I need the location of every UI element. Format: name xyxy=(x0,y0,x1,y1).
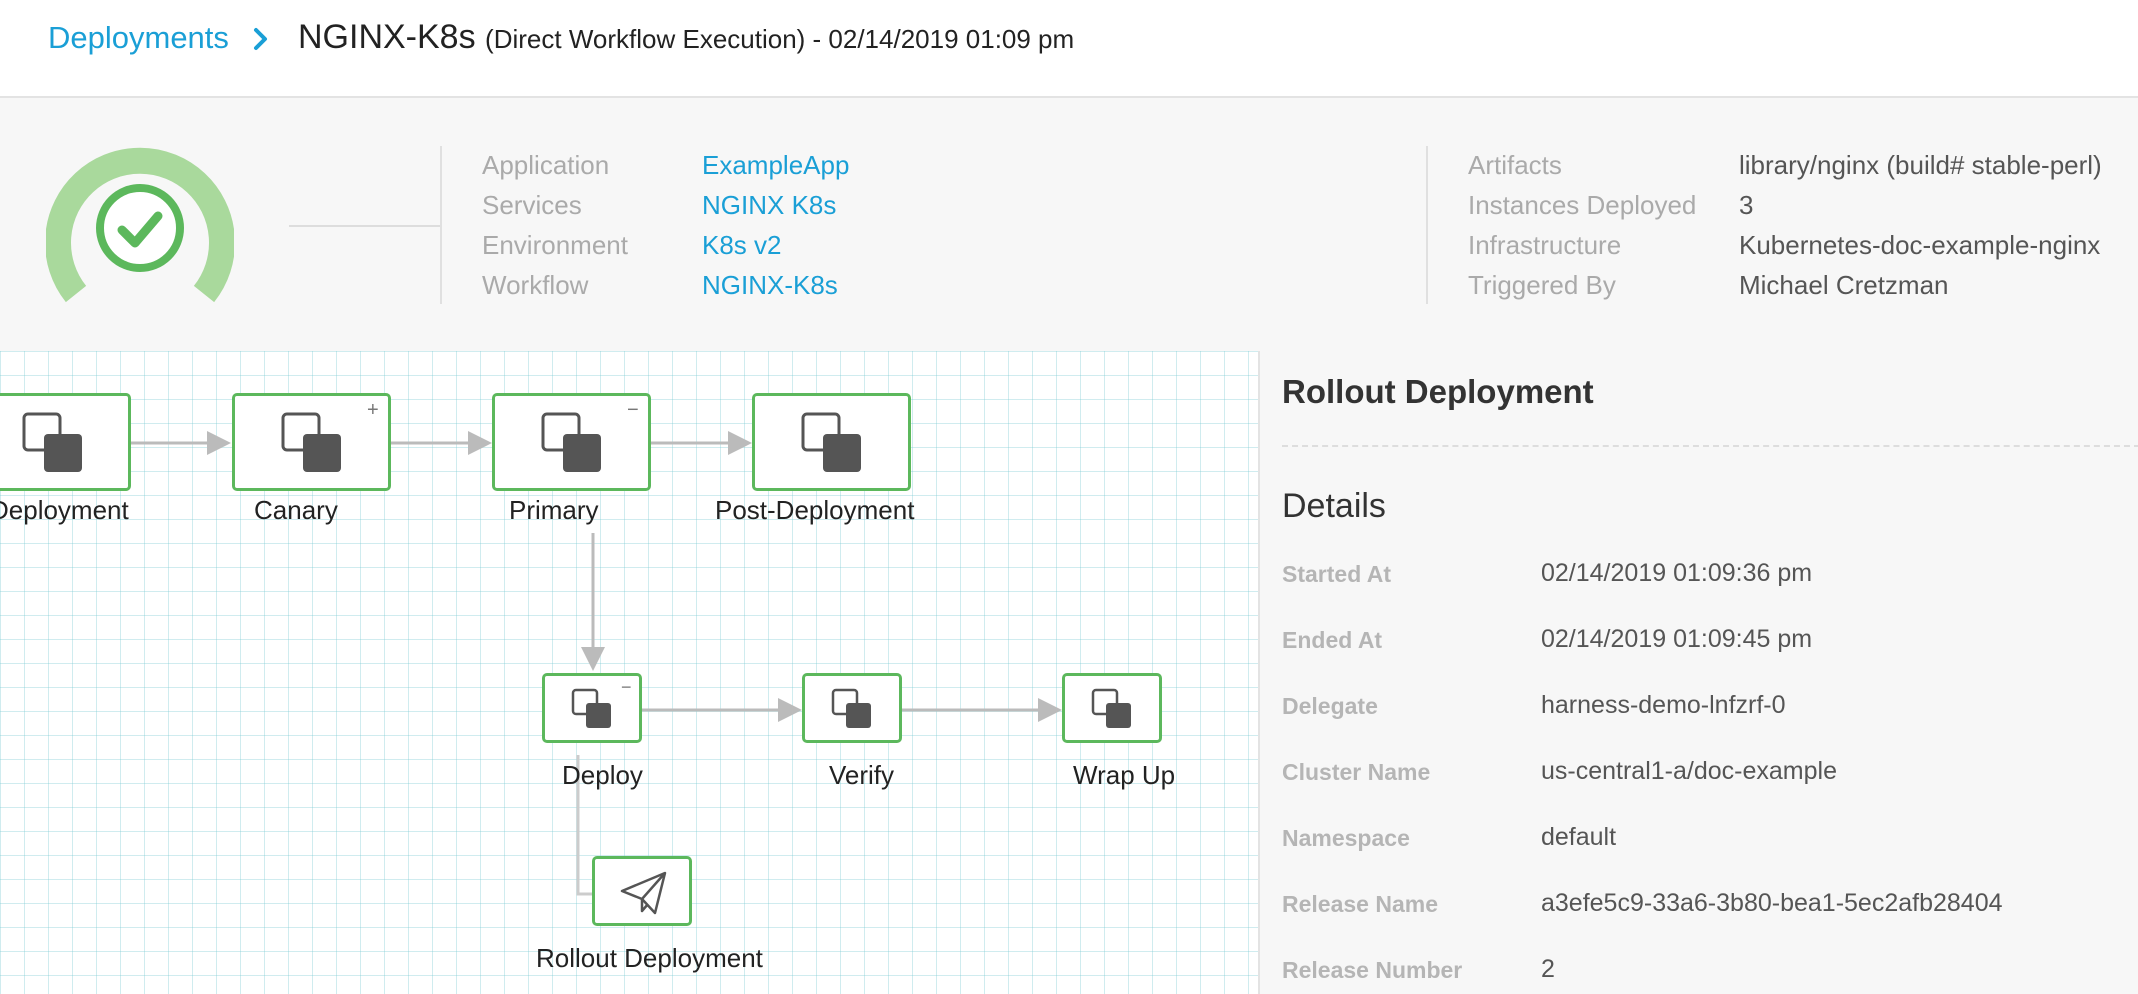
expand-icon[interactable]: + xyxy=(367,400,379,420)
label-workflow: Workflow xyxy=(482,270,589,300)
workflow-node-deploy[interactable]: − xyxy=(542,673,642,743)
detail-label-release-number: Release Number xyxy=(1282,957,1463,983)
deployment-summary: Application Services Environment Workflo… xyxy=(0,98,2138,351)
label-infrastructure: Infrastructure xyxy=(1468,230,1622,260)
workflow-name: NGINX-K8s xyxy=(298,18,476,56)
phase-icon xyxy=(831,688,871,728)
detail-label-started-at: Started At xyxy=(1282,561,1392,587)
breadcrumb-deployments-link[interactable]: Deployments xyxy=(48,20,229,56)
environment-link[interactable]: K8s v2 xyxy=(702,230,782,261)
label-application: Application xyxy=(482,150,610,180)
detail-label-release-name: Release Name xyxy=(1282,891,1438,917)
triggered-by-value: Michael Cretzman xyxy=(1739,270,1949,300)
execution-subtitle: (Direct Workflow Execution) - 02/14/2019… xyxy=(485,24,1075,54)
panel-title: Rollout Deployment xyxy=(1282,373,1594,410)
details-heading: Details xyxy=(1282,487,1386,525)
infrastructure-value: Kubernetes-doc-example-nginx xyxy=(1739,230,2101,260)
check-circle-icon xyxy=(46,147,234,303)
workflow-node-wrap-up[interactable] xyxy=(1062,673,1162,743)
detail-label-cluster-name: Cluster Name xyxy=(1282,759,1431,785)
detail-label-ended-at: Ended At xyxy=(1282,627,1383,653)
collapse-icon[interactable]: − xyxy=(627,400,639,420)
workflow-node-label: Post-Deployment xyxy=(715,495,915,525)
workflow-node-verify[interactable] xyxy=(802,673,902,743)
detail-label-delegate: Delegate xyxy=(1282,693,1378,719)
phase-icon xyxy=(541,412,601,472)
summary-divider xyxy=(440,146,442,304)
workflow-node-deployment[interactable] xyxy=(0,393,131,491)
workflow-node-label: Deployment xyxy=(0,495,129,525)
workflow-node-label: Deploy xyxy=(562,760,643,790)
detail-value-release-name: a3efe5c9-33a6-3b80-bea1-5ec2afb28404 xyxy=(1541,889,2003,917)
instances-deployed-value: 3 xyxy=(1739,190,1754,220)
chevron-right-icon xyxy=(254,28,267,50)
workflow-node-canary[interactable]: + xyxy=(232,393,391,491)
workflow-node-label: Canary xyxy=(254,495,338,525)
detail-value-release-number: 2 xyxy=(1541,955,1555,983)
label-instances-deployed: Instances Deployed xyxy=(1468,190,1697,220)
collapse-icon[interactable]: − xyxy=(621,678,632,696)
phase-icon xyxy=(571,688,611,728)
step-details-panel: Rollout Deployment Details Started At 02… xyxy=(1258,351,2138,994)
label-environment: Environment xyxy=(482,230,628,260)
page-header: Deployments NGINX-K8s (Direct Workflow E… xyxy=(0,0,2138,98)
label-services: Services xyxy=(482,190,582,220)
phase-icon xyxy=(801,412,861,472)
detail-value-cluster-name: us-central1-a/doc-example xyxy=(1541,757,1837,785)
workflow-link[interactable]: NGINX-K8s xyxy=(702,270,838,301)
label-triggered-by: Triggered By xyxy=(1468,270,1616,300)
detail-value-started-at: 02/14/2019 01:09:36 pm xyxy=(1541,559,1813,587)
phase-icon xyxy=(1091,688,1131,728)
application-link[interactable]: ExampleApp xyxy=(702,150,849,181)
workflow-node-label: Wrap Up xyxy=(1073,760,1176,790)
summary-divider xyxy=(1426,146,1428,304)
page-title: NGINX-K8s (Direct Workflow Execution) - … xyxy=(298,18,1074,57)
workflow-node-label: Primary xyxy=(509,495,599,525)
detail-value-namespace: default xyxy=(1541,823,1617,851)
detail-value-ended-at: 02/14/2019 01:09:45 pm xyxy=(1541,625,1813,653)
workflow-canvas[interactable]: Deployment + Canary − Primary Post-Deplo… xyxy=(0,351,1258,994)
workflow-node-post-deployment[interactable] xyxy=(752,393,911,491)
detail-label-namespace: Namespace xyxy=(1282,825,1410,851)
workflow-node-rollout-deployment[interactable] xyxy=(592,856,692,926)
artifacts-value: library/nginx (build# stable-perl) xyxy=(1739,150,2102,180)
workflow-node-label: Rollout Deployment xyxy=(536,943,763,973)
detail-value-delegate: harness-demo-lnfzrf-0 xyxy=(1541,691,1786,719)
status-connector xyxy=(289,225,441,227)
paper-plane-icon xyxy=(620,871,667,915)
workflow-node-label: Verify xyxy=(829,760,895,790)
panel-divider xyxy=(1282,445,2138,447)
phase-icon xyxy=(22,412,82,472)
phase-icon xyxy=(281,412,341,472)
label-artifacts: Artifacts xyxy=(1468,150,1562,180)
workflow-node-primary[interactable]: − xyxy=(492,393,651,491)
service-link[interactable]: NGINX K8s xyxy=(702,190,836,221)
